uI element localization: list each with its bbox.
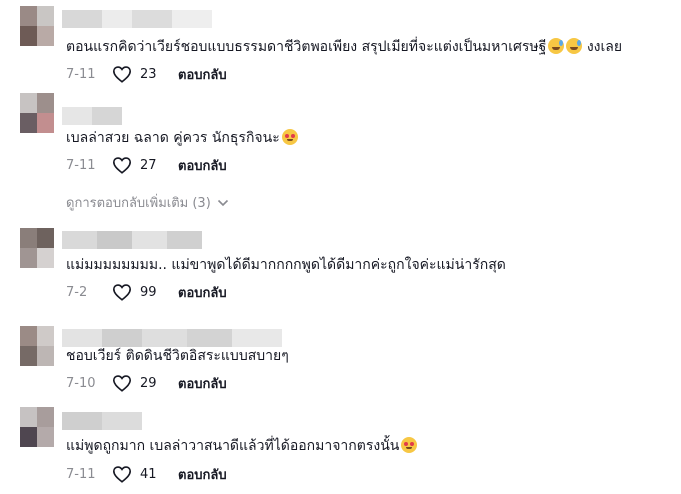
- like-count: 29: [140, 375, 157, 391]
- avatar[interactable]: [20, 407, 54, 447]
- avatar[interactable]: [20, 326, 54, 366]
- grinning-sweat-emoji: [548, 38, 565, 54]
- heart-outline-icon: [112, 66, 132, 83]
- username-blurred[interactable]: [62, 329, 282, 347]
- view-more-replies-label: ดูการตอบกลับเพิ่มเติม (3): [66, 196, 211, 211]
- like-button[interactable]: 23: [112, 65, 166, 83]
- comment-meta: 7-10 29 ตอบกลับ: [66, 373, 227, 393]
- like-button[interactable]: 29: [112, 374, 166, 392]
- chevron-down-icon: [217, 199, 228, 206]
- comment-date: 7-11: [66, 66, 96, 82]
- username-blurred[interactable]: [62, 412, 142, 430]
- avatar[interactable]: [20, 93, 54, 133]
- smiling-hearts-emoji: [281, 129, 298, 145]
- comment-text: แม่มมมมมมมม.. แม่ขาพูดได้ดีมากกกกพูดได้ด…: [66, 257, 506, 273]
- heart-outline-icon: [112, 375, 132, 392]
- heart-outline-icon: [112, 157, 132, 174]
- comment-meta: 7-11 27 ตอบกลับ: [66, 155, 227, 175]
- view-more-replies-button[interactable]: ดูการตอบกลับเพิ่มเติม (3): [66, 192, 229, 213]
- comment-text: เบลล่าสวย ฉลาด คู่ควร นักธุรกิจนะ: [66, 128, 298, 148]
- avatar[interactable]: [20, 6, 54, 46]
- avatar[interactable]: [20, 228, 54, 268]
- comment-meta: 7-11 23 ตอบกลับ: [66, 64, 227, 84]
- comment-date: 7-11: [66, 466, 96, 482]
- reply-button[interactable]: ตอบกลับ: [178, 64, 227, 85]
- grinning-sweat-emoji: [566, 38, 583, 54]
- comment-meta: 7-2 99 ตอบกลับ: [66, 282, 227, 302]
- username-blurred[interactable]: [62, 107, 122, 125]
- heart-outline-icon: [112, 466, 132, 483]
- comment-date: 7-10: [66, 375, 96, 391]
- like-count: 27: [140, 157, 157, 173]
- like-button[interactable]: 99: [112, 283, 166, 301]
- smiling-hearts-emoji: [401, 437, 418, 453]
- username-blurred[interactable]: [62, 10, 212, 28]
- reply-button[interactable]: ตอบกลับ: [178, 282, 227, 303]
- username-blurred[interactable]: [62, 231, 202, 249]
- like-count: 41: [140, 466, 157, 482]
- comment-meta: 7-11 41 ตอบกลับ: [66, 464, 227, 484]
- reply-button[interactable]: ตอบกลับ: [178, 155, 227, 176]
- comment-text: แม่พูดถูกมาก เบลล่าวาสนาดีแล้วที่ได้ออกม…: [66, 436, 418, 456]
- like-button[interactable]: 41: [112, 465, 166, 483]
- like-count: 99: [140, 284, 157, 300]
- like-button[interactable]: 27: [112, 156, 166, 174]
- comment-text: ตอนแรกคิดว่าเวียร์ชอบแบบธรรมดาชีวิตพอเพี…: [66, 38, 623, 55]
- heart-outline-icon: [112, 284, 132, 301]
- comment-date: 7-11: [66, 157, 96, 173]
- comment-text: ชอบเวียร์ ติดดินชีวิตอิสระแบบสบายๆ: [66, 348, 289, 364]
- reply-button[interactable]: ตอบกลับ: [178, 373, 227, 394]
- like-count: 23: [140, 66, 157, 82]
- comment-date: 7-2: [66, 284, 88, 300]
- reply-button[interactable]: ตอบกลับ: [178, 464, 227, 485]
